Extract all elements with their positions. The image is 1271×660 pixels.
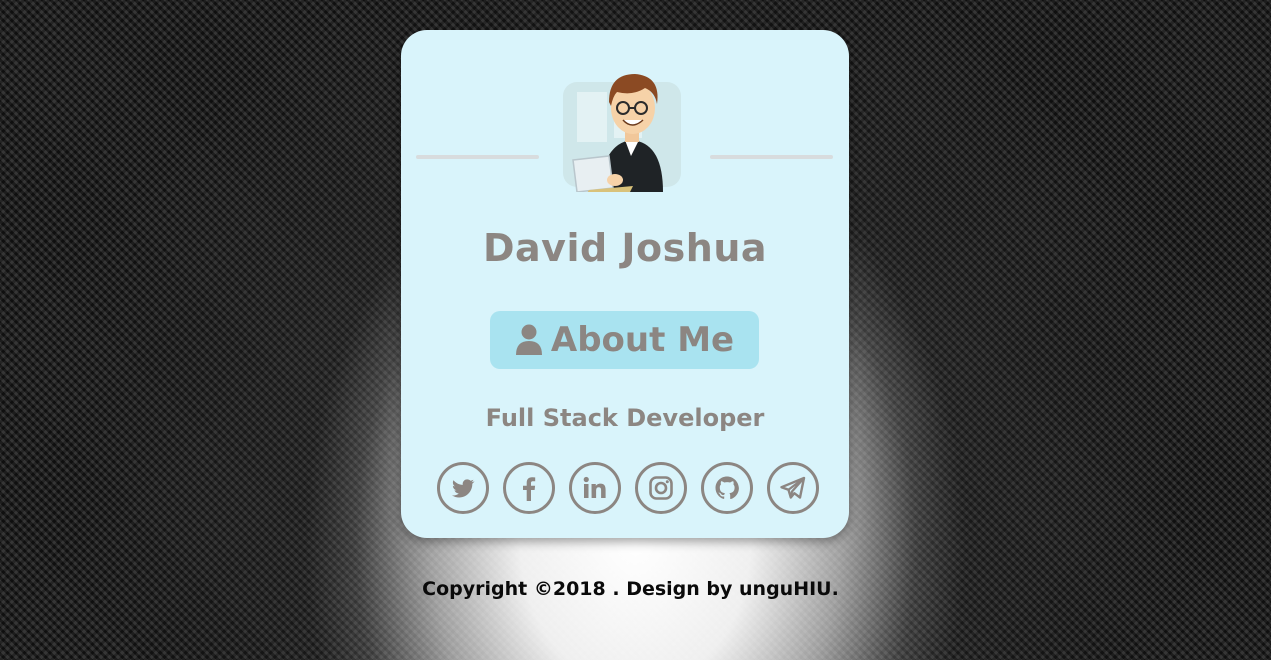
github-link[interactable]	[701, 462, 753, 514]
profile-name: David Joshua	[482, 226, 768, 270]
github-icon	[715, 476, 739, 500]
user-icon	[515, 324, 542, 355]
profile-card: David Joshua About Me Full Stack Develop…	[401, 30, 849, 538]
linkedin-icon	[583, 476, 606, 498]
linkedin-link[interactable]	[569, 462, 621, 514]
divider-left	[416, 155, 539, 159]
facebook-link[interactable]	[503, 462, 555, 514]
divider-right	[710, 155, 833, 159]
about-me-label: About Me	[550, 320, 735, 360]
instagram-link[interactable]	[635, 462, 687, 514]
telegram-link[interactable]	[767, 462, 819, 514]
avatar	[563, 74, 681, 192]
footer-copyright: Copyright ©2018 . Design by unguHIU.	[422, 578, 839, 600]
instagram-icon	[649, 476, 673, 500]
telegram-icon	[780, 476, 806, 499]
social-links	[437, 462, 819, 514]
profile-role: Full Stack Developer	[485, 404, 765, 432]
twitter-link[interactable]	[437, 462, 489, 514]
facebook-icon	[523, 477, 536, 501]
twitter-icon	[452, 479, 475, 498]
about-me-button[interactable]: About Me	[490, 311, 759, 369]
